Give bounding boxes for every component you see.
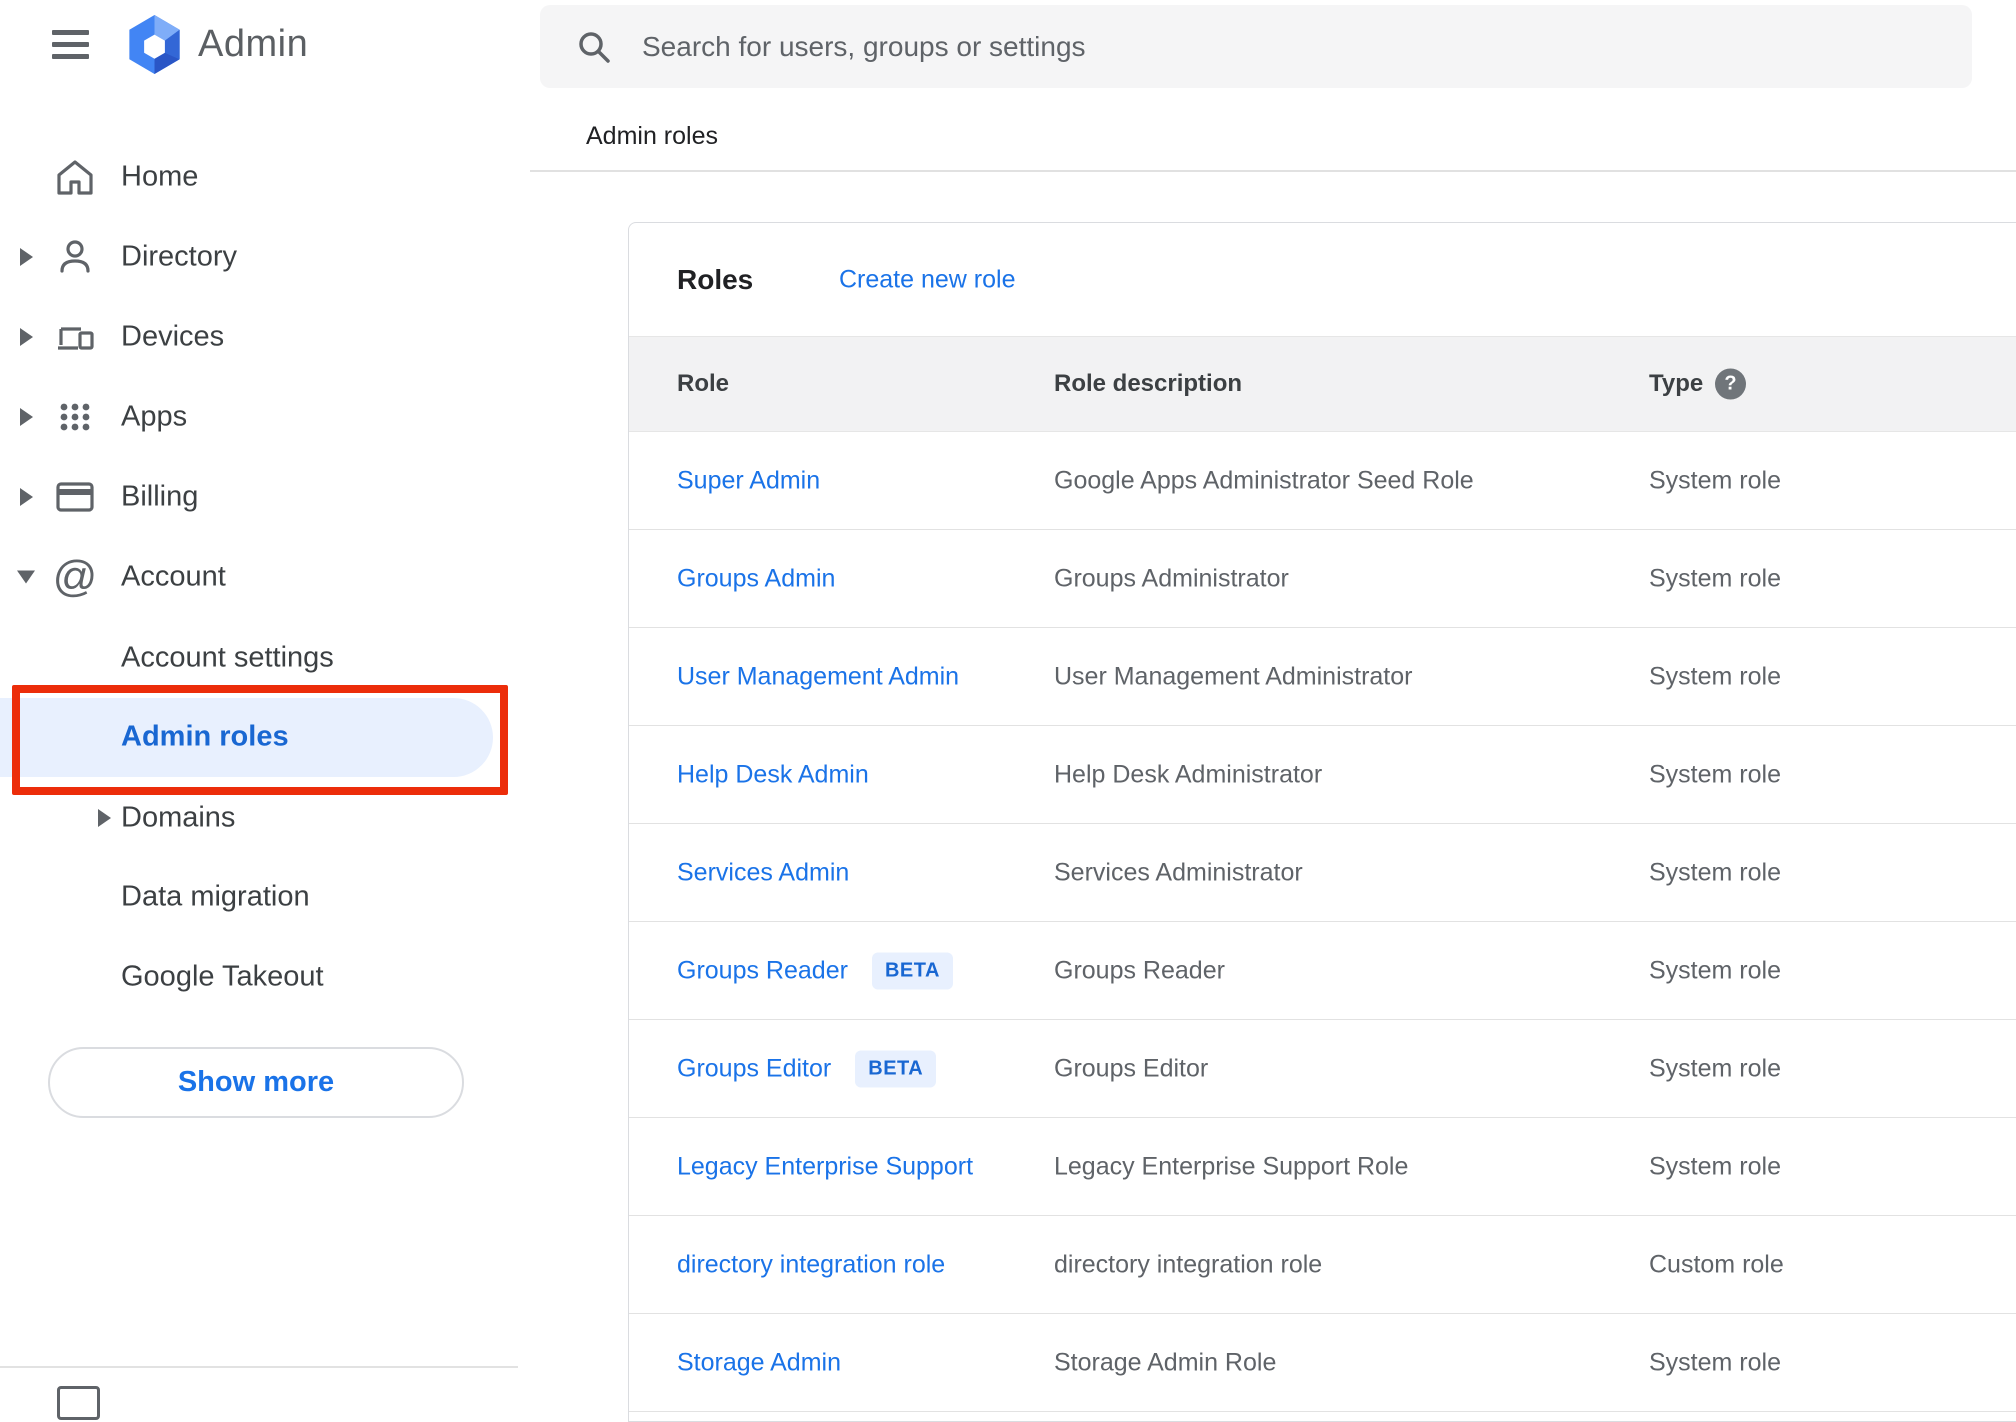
- sidebar-item-label: Directory: [121, 240, 238, 273]
- sidebar-item-label: Account: [121, 560, 226, 593]
- partial-rules-icon: [57, 1386, 100, 1420]
- sidebar-item-label: Billing: [121, 480, 199, 513]
- table-row: Services Admin Services Administrator Sy…: [629, 824, 2016, 922]
- apps-grid-icon: [53, 395, 97, 439]
- card-title: Roles: [677, 263, 754, 295]
- sidebar-item-data-migration[interactable]: Data migration: [0, 857, 530, 937]
- expand-caret-icon[interactable]: [98, 809, 111, 827]
- role-description: directory integration role: [1054, 1250, 1323, 1278]
- table-row: Storage Admin Storage Admin Role System …: [629, 1314, 2016, 1412]
- role-type: System role: [1649, 858, 1781, 886]
- sidebar-item-label: Account settings: [121, 641, 334, 674]
- role-description: Groups Administrator: [1054, 564, 1289, 592]
- role-link[interactable]: User Management Admin: [677, 662, 959, 691]
- roles-card-header: Roles Create new role: [629, 223, 2016, 336]
- sidebar-item-devices[interactable]: Devices: [0, 297, 530, 377]
- table-row: Groups Admin Groups Administrator System…: [629, 530, 2016, 628]
- role-type: System role: [1649, 1348, 1781, 1376]
- role-type: System role: [1649, 760, 1781, 788]
- breadcrumb: Admin roles: [586, 122, 718, 150]
- role-type: System role: [1649, 466, 1781, 494]
- expand-caret-icon[interactable]: [20, 408, 33, 426]
- role-link[interactable]: Groups Admin: [677, 564, 835, 593]
- table-row: Legacy Enterprise Support Legacy Enterpr…: [629, 1118, 2016, 1216]
- help-icon[interactable]: ?: [1715, 368, 1746, 400]
- expand-caret-icon[interactable]: [20, 488, 33, 506]
- role-link[interactable]: Services Admin: [677, 858, 849, 887]
- sidebar-item-admin-roles[interactable]: Admin roles: [0, 697, 530, 777]
- role-description: Legacy Enterprise Support Role: [1054, 1152, 1409, 1180]
- role-description: Storage Admin Role: [1054, 1348, 1277, 1376]
- table-row: Help Desk Admin Help Desk Administrator …: [629, 726, 2016, 824]
- beta-badge: BETA: [855, 1050, 937, 1087]
- role-type: System role: [1649, 662, 1781, 690]
- sidebar-item-account[interactable]: @ Account: [0, 537, 530, 617]
- expand-caret-icon[interactable]: [20, 328, 33, 346]
- sidebar-item-apps[interactable]: Apps: [0, 377, 530, 457]
- header-divider: [530, 170, 2016, 172]
- table-row: Super Admin Google Apps Administrator Se…: [629, 432, 2016, 530]
- search-input[interactable]: [640, 29, 1952, 64]
- credit-card-icon: [53, 475, 97, 519]
- role-link[interactable]: Storage Admin: [677, 1348, 841, 1377]
- role-description: Groups Reader: [1054, 956, 1225, 984]
- column-header-description: Role description: [1054, 370, 1243, 397]
- role-type: System role: [1649, 1054, 1781, 1082]
- role-link[interactable]: Groups Editor: [677, 1054, 831, 1083]
- table-row: Groups Reader BETA Groups Reader System …: [629, 922, 2016, 1020]
- role-type: Custom role: [1649, 1250, 1784, 1278]
- column-header-type: Type: [1649, 370, 1704, 397]
- sidebar-item-account-settings[interactable]: Account settings: [0, 618, 530, 698]
- role-description: Groups Editor: [1054, 1054, 1209, 1082]
- table-row: User Management Admin User Management Ad…: [629, 628, 2016, 726]
- role-link[interactable]: directory integration role: [677, 1250, 945, 1279]
- sidebar-item-label: Devices: [121, 320, 225, 353]
- sidebar-item-label: Data migration: [121, 880, 310, 913]
- roles-card: Roles Create new role Role Role descript…: [628, 222, 2016, 1422]
- table-row: Groups Editor BETA Groups Editor System …: [629, 1020, 2016, 1118]
- sidebar-item-label: Domains: [121, 801, 236, 834]
- role-description: Google Apps Administrator Seed Role: [1054, 466, 1474, 494]
- search-bar[interactable]: [540, 5, 1972, 88]
- search-icon: [579, 31, 610, 63]
- person-icon: [53, 235, 97, 279]
- table-header-row: Role Role description Type ?: [629, 336, 2016, 432]
- role-link[interactable]: Legacy Enterprise Support: [677, 1152, 973, 1181]
- home-icon: [53, 155, 97, 199]
- expand-caret-icon[interactable]: [20, 248, 33, 266]
- sidebar-item-label: Admin roles: [121, 720, 289, 753]
- sidebar-item-domains[interactable]: Domains: [0, 778, 530, 858]
- sidebar-item-google-takeout[interactable]: Google Takeout: [0, 937, 530, 1017]
- role-link[interactable]: Help Desk Admin: [677, 760, 869, 789]
- sidebar-item-home[interactable]: Home: [0, 137, 530, 217]
- role-type: System role: [1649, 1152, 1781, 1180]
- role-type: System role: [1649, 564, 1781, 592]
- role-description: User Management Administrator: [1054, 662, 1413, 690]
- sidebar-item-directory[interactable]: Directory: [0, 217, 530, 297]
- sidebar-item-label: Google Takeout: [121, 960, 324, 993]
- devices-icon: [53, 315, 97, 359]
- role-link[interactable]: Super Admin: [677, 466, 820, 495]
- create-new-role-link[interactable]: Create new role: [839, 265, 1015, 294]
- sidebar: Home Directory Devices Apps Billing @ Ac…: [0, 0, 530, 1420]
- role-description: Help Desk Administrator: [1054, 760, 1323, 788]
- show-more-button[interactable]: Show more: [48, 1047, 464, 1118]
- sidebar-item-billing[interactable]: Billing: [0, 457, 530, 537]
- beta-badge: BETA: [871, 952, 953, 989]
- role-link[interactable]: Groups Reader: [677, 956, 848, 985]
- role-type: System role: [1649, 956, 1781, 984]
- at-sign-icon: @: [52, 552, 98, 601]
- sidebar-item-label: Apps: [121, 400, 188, 433]
- column-header-role: Role: [677, 370, 730, 397]
- role-description: Services Administrator: [1054, 858, 1303, 886]
- collapse-caret-icon[interactable]: [17, 570, 35, 584]
- table-row: directory integration role directory int…: [629, 1216, 2016, 1314]
- sidebar-item-label: Home: [121, 160, 199, 193]
- sidebar-divider: [0, 1366, 518, 1368]
